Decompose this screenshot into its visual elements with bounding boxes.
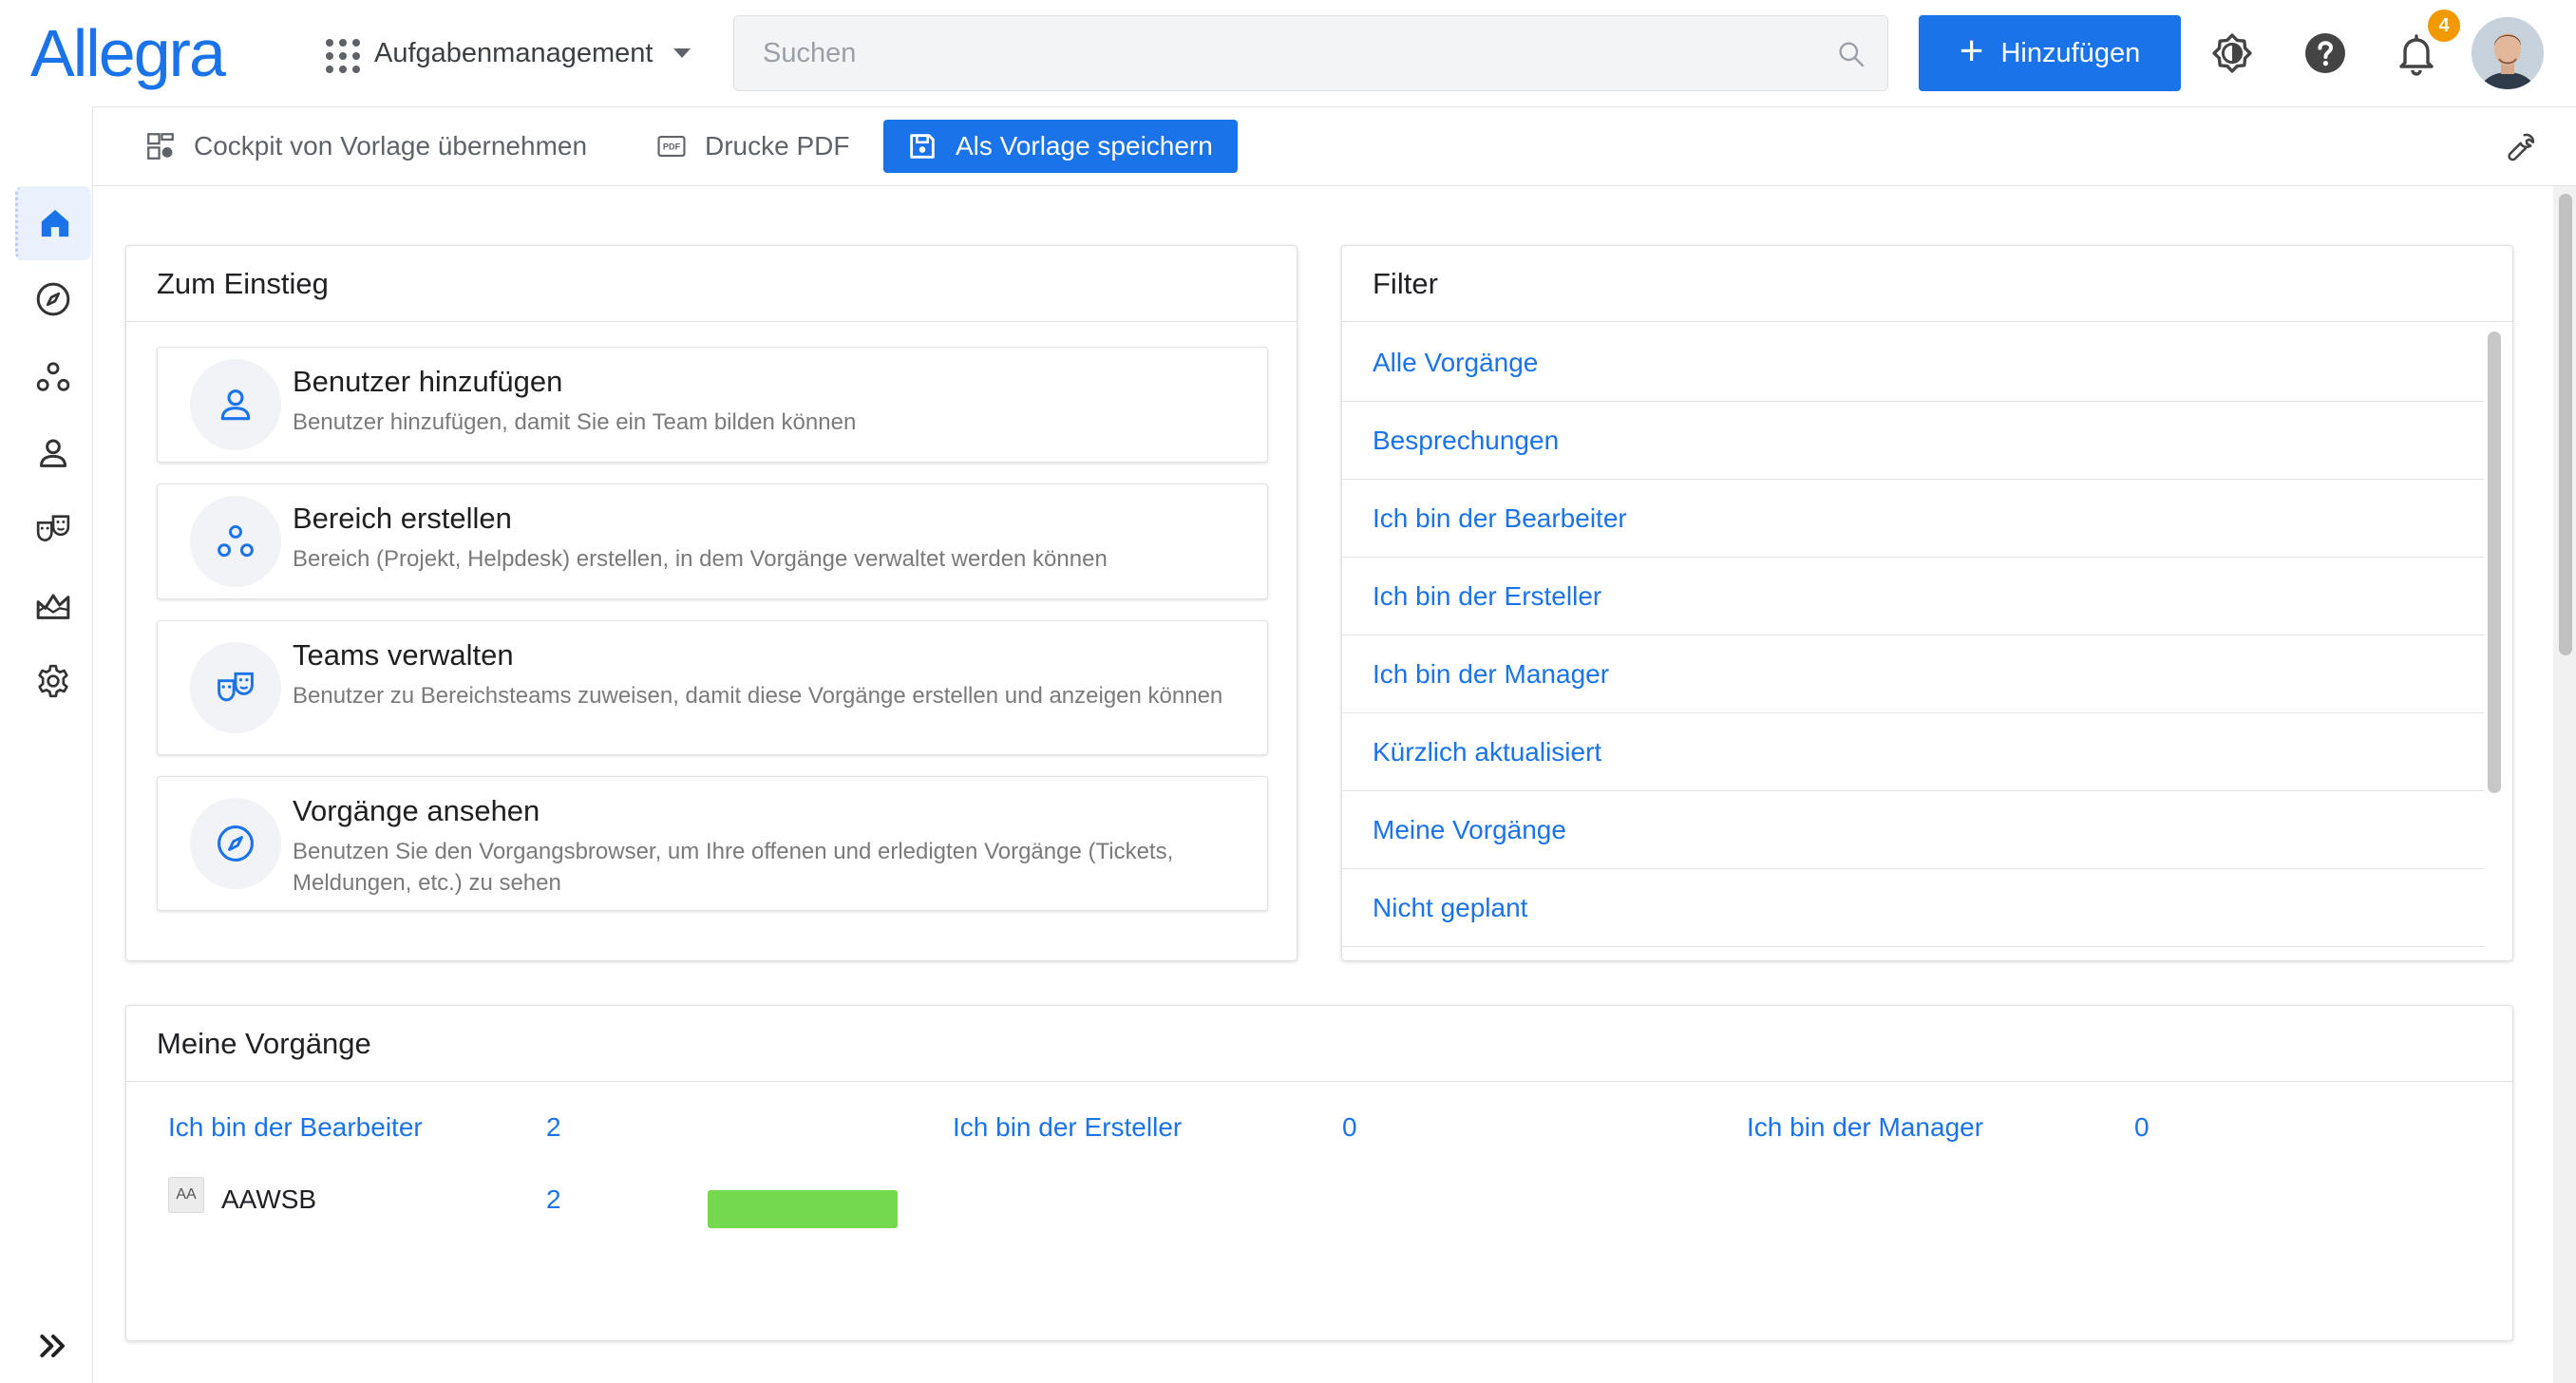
sidebar-item-home[interactable] [15, 186, 91, 260]
search-box [733, 15, 1888, 91]
filter-item[interactable]: Ich bin der Ersteller [1342, 558, 2484, 635]
add-button[interactable]: + Hinzufügen [1919, 15, 2181, 91]
add-users-description: Benutzer hinzufügen, damit Sie ein Team … [293, 409, 857, 435]
app-switcher[interactable]: Aufgabenmanagement [323, 28, 691, 78]
cockpit-toolbar: Cockpit von Vorlage übernehmen PDF Druck… [93, 106, 2576, 186]
filter-item[interactable]: Besprechungen [1342, 402, 2484, 480]
view-items-item[interactable]: Vorgänge ansehen Benutzen Sie den Vorgan… [157, 776, 1268, 911]
create-workspace-icon-circle [190, 496, 281, 587]
theater-masks-icon [36, 515, 70, 542]
summary-assignee-link[interactable]: Ich bin der Bearbeiter [168, 1112, 423, 1143]
dashboard-layout-icon [147, 133, 174, 160]
sidebar-expand[interactable] [15, 1309, 91, 1383]
filter-item[interactable]: Nicht geplant [1342, 869, 2484, 947]
home-icon [41, 209, 68, 237]
theater-masks-icon [218, 672, 254, 702]
add-users-title: Benutzer hinzufügen [293, 365, 563, 398]
compass-icon [218, 825, 254, 862]
filter-item[interactable]: Meine Vorgänge [1342, 791, 2484, 869]
filter-item[interactable]: Kürzlich aktualisiert [1342, 713, 2484, 791]
manage-teams-title: Teams verwalten [293, 638, 514, 672]
view-items-description: Benutzen Sie den Vorgangsbrowser, um Ihr… [293, 839, 1174, 896]
workspaces-icon [218, 524, 254, 558]
getting-started-title: Zum Einstieg [126, 246, 1297, 322]
add-button-label: Hinzufügen [2000, 37, 2141, 68]
workspace-progress-bar[interactable] [708, 1190, 898, 1228]
brightness-icon[interactable] [2209, 30, 2255, 76]
user-avatar[interactable] [2472, 17, 2544, 89]
my-tasks-title: Meine Vorgänge [126, 1006, 2512, 1082]
manage-teams-description: Benutzer zu Bereichsteams zuweisen, dami… [293, 683, 1223, 709]
top-bar: Allegra Aufgabenmanagement + Hinzufügen … [0, 0, 2576, 106]
svg-text:PDF: PDF [663, 142, 681, 152]
add-users-icon-circle [190, 359, 281, 450]
plus-icon: + [1959, 28, 1984, 74]
filter-title: Filter [1342, 246, 2512, 322]
landscape-chart-icon [36, 594, 70, 619]
filter-item[interactable]: Ich bin der Manager [1342, 635, 2484, 713]
search-input[interactable] [734, 16, 1887, 90]
apps-grid-icon [323, 36, 360, 73]
summary-creator-link[interactable]: Ich bin der Ersteller [953, 1112, 1182, 1143]
avatar-image [2472, 17, 2544, 89]
create-workspace-item[interactable]: Bereich erstellen Bereich (Projekt, Help… [157, 483, 1268, 599]
person-icon [220, 389, 251, 421]
save-as-template-button[interactable]: Als Vorlage speichern [883, 120, 1238, 173]
sidebar-item-browse[interactable] [15, 262, 91, 336]
cockpit-from-template-button[interactable]: Cockpit von Vorlage übernehmen [144, 120, 587, 173]
wrench-icon[interactable] [2504, 130, 2538, 164]
workspace-chip: AA [168, 1177, 204, 1213]
getting-started-card: Zum Einstieg Benutzer hinzufügen Benutze… [125, 245, 1297, 961]
add-users-item[interactable]: Benutzer hinzufügen Benutzer hinzufügen,… [157, 347, 1268, 463]
sidebar-item-projects[interactable] [15, 340, 91, 414]
workspace-count[interactable]: 2 [546, 1184, 561, 1215]
filter-item[interactable]: Ich bin der Bearbeiter [1342, 480, 2484, 558]
manage-teams-icon-circle [190, 642, 281, 733]
manage-teams-item[interactable]: Teams verwalten Benutzer zu Bereichsteam… [157, 620, 1268, 755]
summary-manager-count[interactable]: 0 [2134, 1112, 2150, 1143]
workspaces-icon [36, 362, 70, 391]
notification-badge: 4 [2428, 9, 2460, 42]
view-items-title: Vorgänge ansehen [293, 794, 540, 827]
caret-down-icon [673, 48, 691, 58]
sidebar-item-teams[interactable] [15, 492, 91, 566]
workspace-chip-wrapper: AA [168, 1177, 204, 1213]
filter-scrollbar-thumb[interactable] [2488, 332, 2501, 793]
pdf-icon: PDF [657, 136, 686, 157]
search-icon[interactable] [1836, 39, 1866, 69]
sidebar-item-users[interactable] [15, 416, 91, 490]
filter-item[interactable]: Alle Vorgänge [1342, 324, 2484, 402]
allegra-logo[interactable]: Allegra [30, 13, 226, 93]
create-workspace-description: Bereich (Projekt, Helpdesk) erstellen, i… [293, 546, 1108, 572]
create-workspace-title: Bereich erstellen [293, 502, 512, 535]
save-icon [910, 134, 935, 159]
left-sidebar [0, 106, 93, 1383]
double-chevron-right-icon [40, 1335, 65, 1357]
sidebar-item-reports[interactable] [15, 568, 91, 642]
page-scrollbar-thumb[interactable] [2559, 194, 2572, 655]
filter-list: Alle Vorgänge Besprechungen Ich bin der … [1342, 324, 2484, 951]
filter-scrollbar[interactable] [2486, 332, 2501, 939]
my-tasks-card: Meine Vorgänge Ich bin der Bearbeiter 2 … [125, 1005, 2513, 1341]
filter-card: Filter Alle Vorgänge Besprechungen Ich b… [1341, 245, 2513, 961]
app-switcher-label: Aufgabenmanagement [374, 37, 653, 68]
gear-icon [38, 664, 68, 698]
cockpit-from-template-label: Cockpit von Vorlage übernehmen [194, 131, 588, 161]
save-as-template-label: Als Vorlage speichern [956, 131, 1213, 161]
sidebar-item-settings[interactable] [15, 644, 91, 718]
summary-manager-link[interactable]: Ich bin der Manager [1747, 1112, 1983, 1143]
view-items-icon-circle [190, 798, 281, 889]
print-pdf-label: Drucke PDF [705, 131, 850, 161]
print-pdf-button[interactable]: PDF Drucke PDF [655, 120, 849, 173]
workspace-name[interactable]: AAWSB [221, 1184, 316, 1215]
person-icon [40, 439, 66, 467]
help-icon[interactable] [2302, 30, 2348, 76]
compass-icon [36, 282, 70, 316]
summary-creator-count[interactable]: 0 [1342, 1112, 1357, 1143]
summary-assignee-count[interactable]: 2 [546, 1112, 561, 1143]
